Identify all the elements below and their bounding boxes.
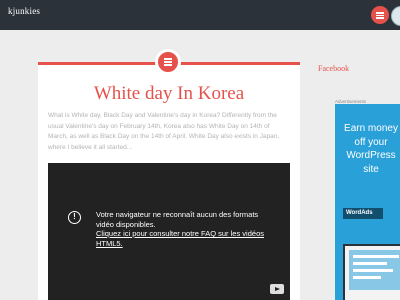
youtube-icon[interactable]: [270, 284, 284, 294]
html5-faq-link[interactable]: Cliquez ici pour consulter notre FAQ sur…: [96, 229, 276, 248]
video-message-text: Votre navigateur ne reconnaît aucun des …: [96, 210, 259, 229]
menu-button[interactable]: [371, 6, 389, 24]
ad-headline: Earn money off your WordPress site: [344, 123, 398, 175]
post-excerpt: What is White day, Black Day and Valenti…: [48, 112, 280, 151]
wordads-logo: WordAds: [343, 208, 383, 219]
site-title[interactable]: kjunkies: [8, 6, 40, 16]
facebook-widget-heading[interactable]: Facebook: [318, 64, 349, 73]
user-avatar[interactable]: [391, 6, 400, 26]
post-title[interactable]: White day In Korea: [38, 83, 300, 105]
video-error-message: Votre navigateur ne reconnaît aucun des …: [96, 210, 276, 248]
exclamation-icon: !: [68, 211, 81, 224]
menu-icon-line: [376, 17, 384, 19]
post-format-icon: [155, 49, 181, 75]
video-player[interactable]: ! Votre navigateur ne reconnaît aucun de…: [48, 163, 290, 300]
laptop-screen: [349, 250, 400, 290]
laptop-illustration: [343, 244, 400, 300]
top-bar: kjunkies: [0, 0, 400, 30]
menu-icon-line: [376, 14, 384, 16]
menu-icon-line: [376, 12, 384, 14]
wordads-banner[interactable]: Earn money off your WordPress site WordA…: [335, 104, 400, 300]
